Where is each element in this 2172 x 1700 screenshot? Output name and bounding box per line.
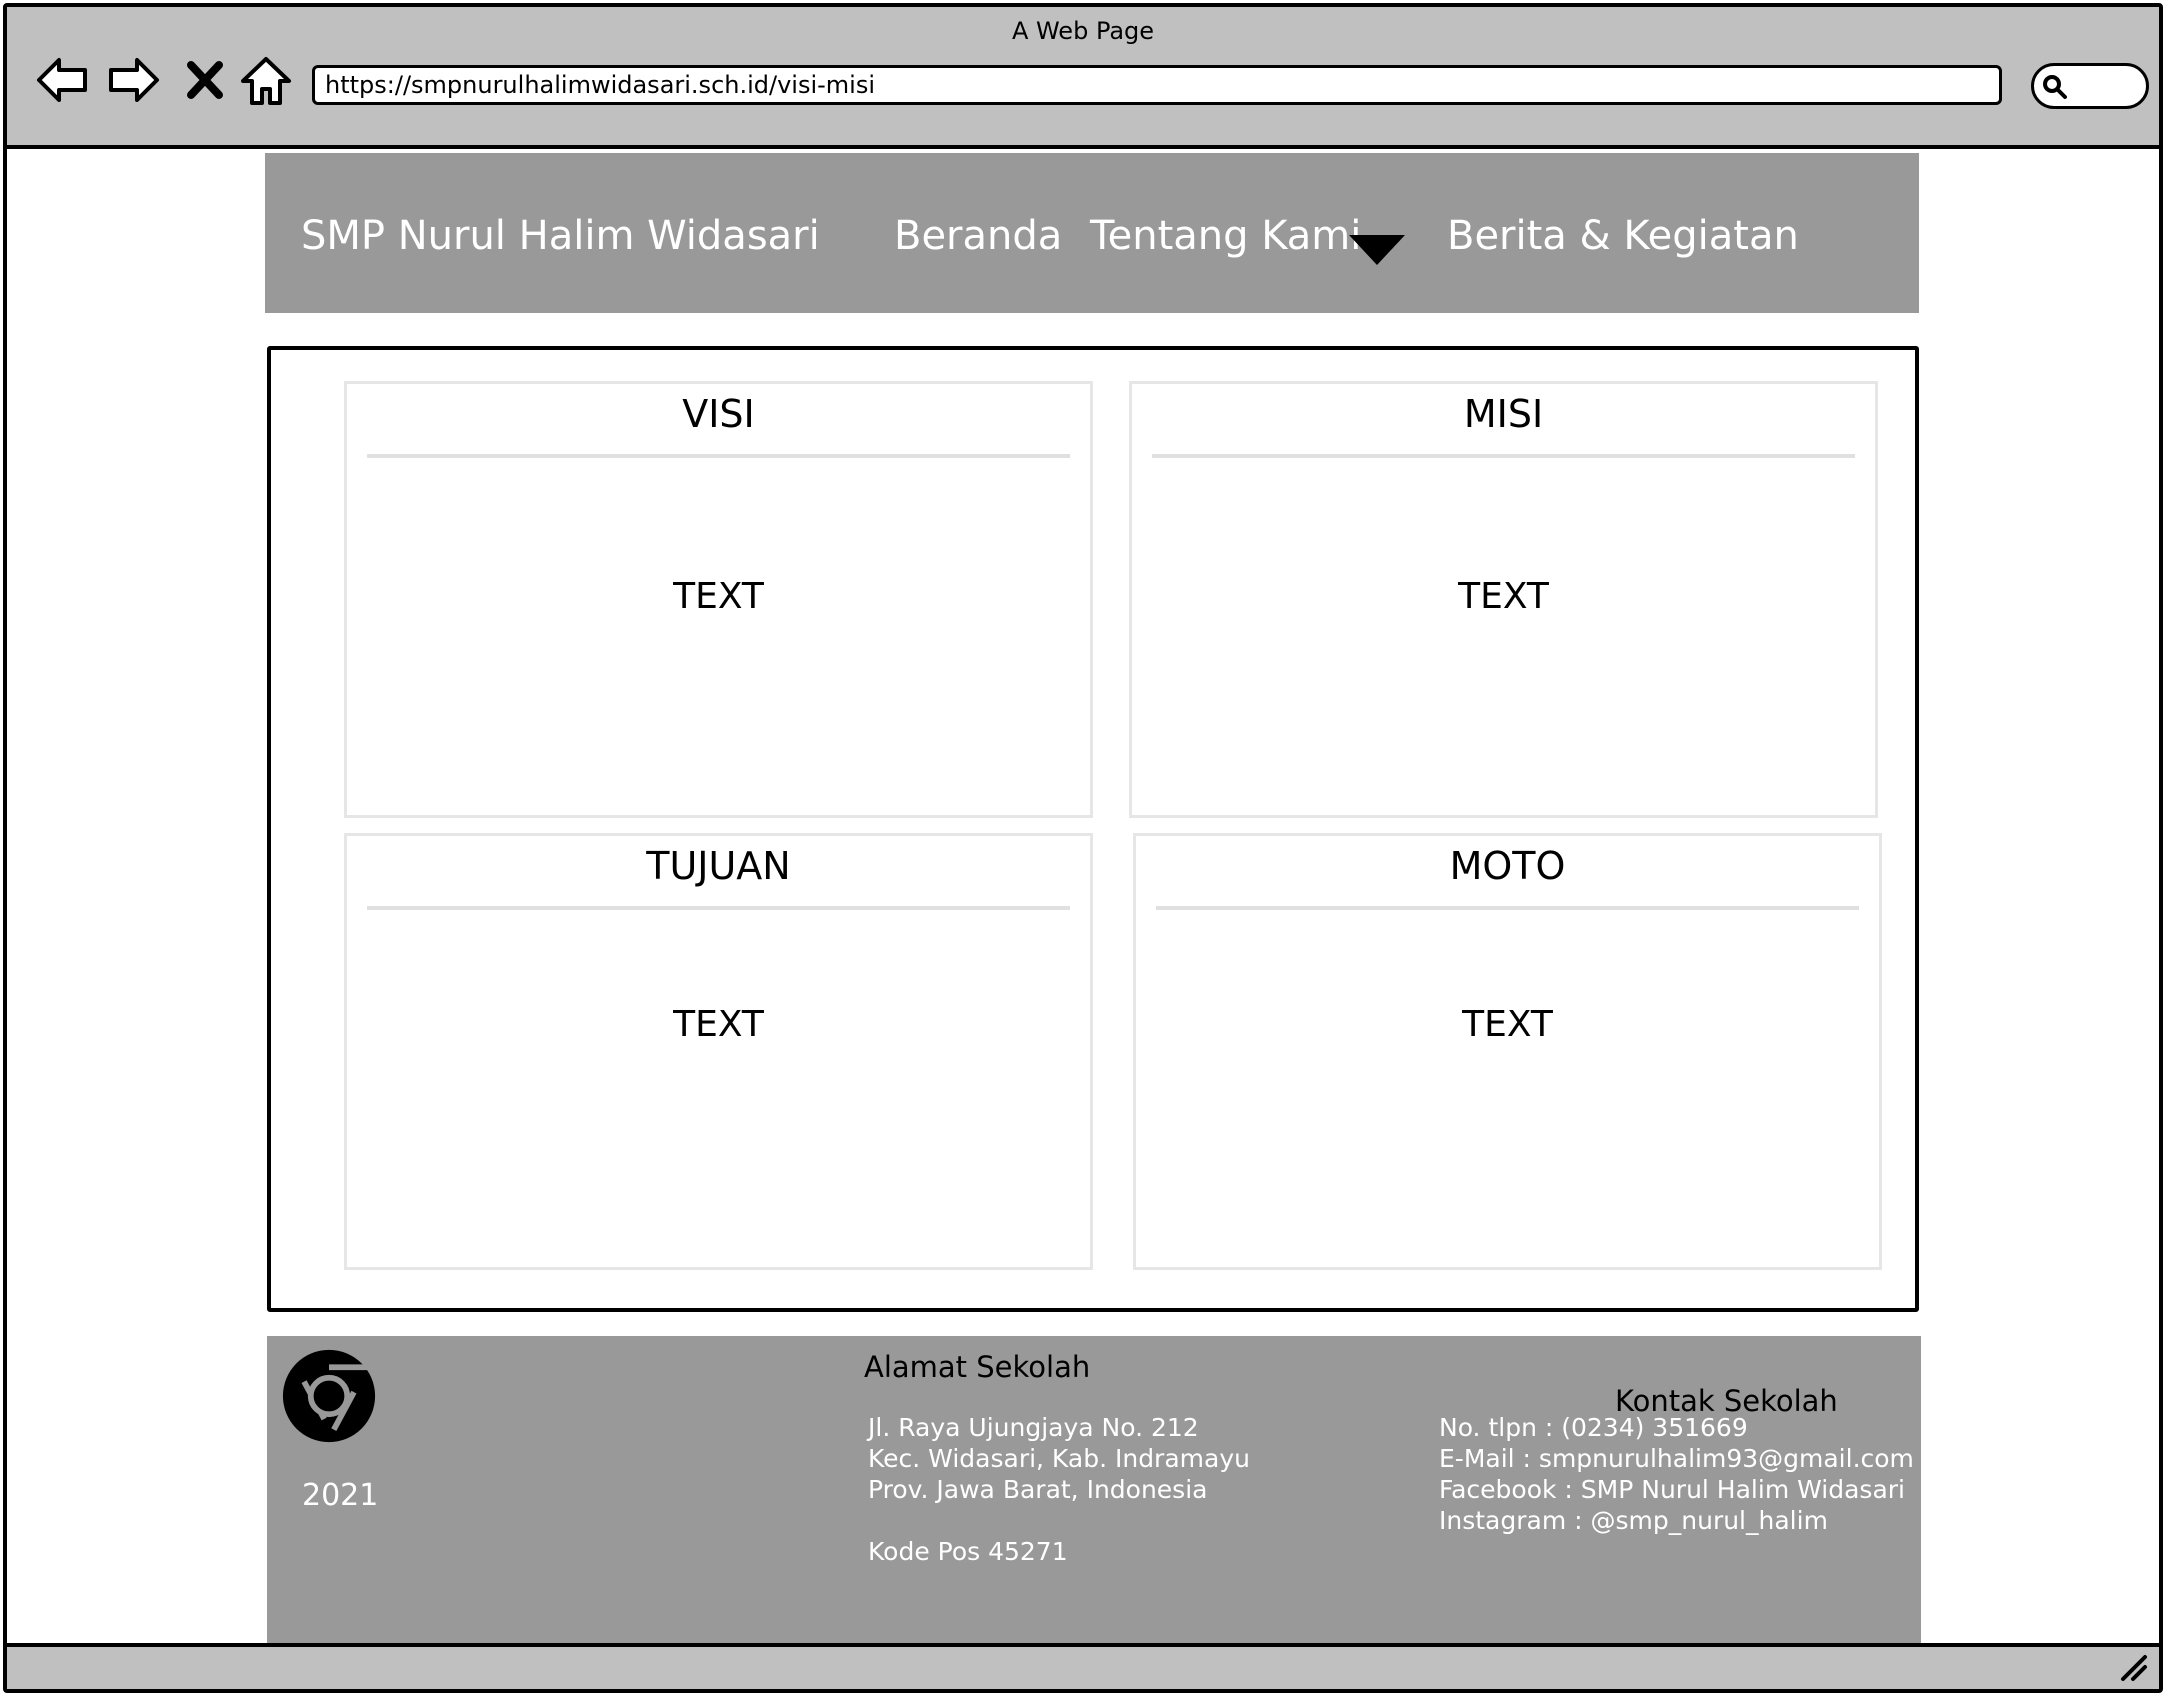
address-heading: Alamat Sekolah: [864, 1350, 1091, 1384]
back-arrow-icon[interactable]: [33, 51, 91, 109]
nav-link-about[interactable]: Tentang Kami: [1090, 213, 1361, 259]
forward-arrow-icon[interactable]: [105, 51, 163, 109]
address-line: [868, 1505, 1250, 1536]
url-bar[interactable]: https://smpnurulhalimwidasari.sch.id/vis…: [312, 65, 2002, 105]
browser-window: A Web Page https://smpnurulhalimwidasari…: [3, 3, 2163, 1693]
card-title: TUJUAN: [646, 844, 791, 888]
search-icon: [2043, 75, 2067, 99]
divider: [367, 906, 1070, 910]
card-tujuan: TUJUAN TEXT: [344, 833, 1093, 1270]
card-text: TEXT: [673, 1004, 764, 1045]
contact-email[interactable]: E-Mail : smpnurulhalim93@gmail.com: [1439, 1443, 1914, 1474]
site-navbar: SMP Nurul Halim Widasari Beranda Tentang…: [265, 153, 1919, 313]
address-line: Kode Pos 45271: [868, 1537, 1068, 1566]
content-panel: VISI TEXT MISI TEXT TUJUAN TEXT MOTO TEX…: [267, 346, 1919, 1312]
site-brand[interactable]: SMP Nurul Halim Widasari: [301, 213, 820, 259]
window-title: A Web Page: [1011, 17, 1155, 45]
nav-link-home[interactable]: Beranda: [894, 213, 1062, 259]
site-footer: 2021 Alamat Sekolah Jl. Raya Ujungjaya N…: [267, 1336, 1921, 1651]
address-line: Prov. Jawa Barat, Indonesia: [868, 1475, 1208, 1504]
divider: [367, 454, 1070, 458]
close-x-icon[interactable]: [181, 51, 229, 109]
browser-search-box[interactable]: [2031, 63, 2149, 109]
card-title: MOTO: [1449, 844, 1566, 888]
card-text: TEXT: [673, 576, 764, 617]
contact-phone: No. tlpn : (0234) 351669: [1439, 1413, 1748, 1442]
browser-chrome: A Web Page https://smpnurulhalimwidasari…: [7, 7, 2159, 149]
footer-year: 2021: [302, 1478, 379, 1513]
chevron-down-icon[interactable]: [1347, 231, 1407, 267]
card-title: VISI: [682, 392, 755, 436]
resize-grip-icon[interactable]: [2119, 1653, 2149, 1683]
card-title: MISI: [1463, 392, 1544, 436]
contact-block: No. tlpn : (0234) 351669 E-Mail : smpnur…: [1439, 1412, 1914, 1536]
divider: [1156, 906, 1859, 910]
chrome-logo-icon: [282, 1349, 376, 1443]
address-line: Kec. Widasari, Kab. Indramayu: [868, 1444, 1250, 1473]
address-block: Jl. Raya Ujungjaya No. 212 Kec. Widasari…: [868, 1412, 1250, 1567]
nav-link-news[interactable]: Berita & Kegiatan: [1447, 213, 1799, 259]
card-visi: VISI TEXT: [344, 381, 1093, 818]
card-text: TEXT: [1462, 1004, 1553, 1045]
contact-facebook[interactable]: Facebook : SMP Nurul Halim Widasari: [1439, 1474, 1914, 1505]
divider: [1152, 454, 1855, 458]
home-icon[interactable]: [237, 51, 295, 109]
address-line: Jl. Raya Ujungjaya No. 212: [868, 1413, 1199, 1442]
card-moto: MOTO TEXT: [1133, 833, 1882, 1270]
contact-instagram[interactable]: Instagram : @smp_nurul_halim: [1439, 1505, 1914, 1536]
card-misi: MISI TEXT: [1129, 381, 1878, 818]
status-bar: [7, 1643, 2159, 1689]
card-text: TEXT: [1458, 576, 1549, 617]
